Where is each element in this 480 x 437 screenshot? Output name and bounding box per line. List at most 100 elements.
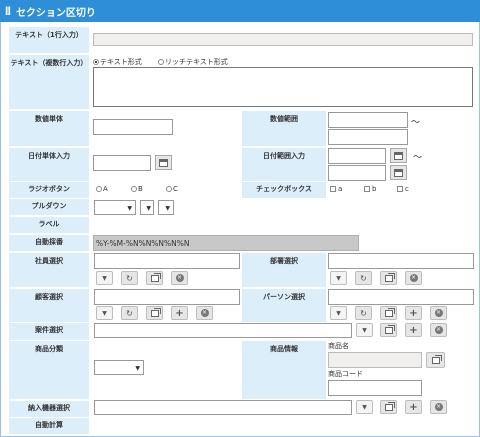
- employee-input[interactable]: [94, 253, 240, 269]
- close-icon: ×: [434, 326, 443, 334]
- label-product-info: 商品情報: [242, 341, 326, 399]
- customer-add-button[interactable]: +: [171, 306, 188, 320]
- person-clear-button[interactable]: ×: [430, 306, 447, 320]
- date-range-to-picker[interactable]: [390, 165, 407, 180]
- chevron-down-icon: ▼: [362, 403, 367, 411]
- date-single-picker[interactable]: [155, 155, 172, 170]
- label-text-single: テキスト（1行入力）: [9, 27, 89, 53]
- date-range-from-picker[interactable]: [390, 148, 407, 163]
- label-project: 案件選択: [9, 323, 89, 340]
- date-single-input[interactable]: [93, 155, 151, 171]
- pulldown-select-3[interactable]: ▼: [158, 200, 174, 215]
- date-range-to[interactable]: [328, 165, 386, 181]
- label-pulldown: プルダウン: [9, 199, 89, 215]
- close-icon: ×: [434, 403, 443, 411]
- department-input[interactable]: [328, 253, 474, 269]
- radio-option-b[interactable]: B: [131, 185, 143, 193]
- product-name-label: 商品名: [328, 342, 349, 350]
- label-number-range: 数値範囲: [242, 111, 326, 146]
- pulldown-select-1[interactable]: ▼: [94, 200, 136, 215]
- chevron-down-icon: ▼: [336, 274, 341, 282]
- employee-reset-button[interactable]: ↻: [121, 271, 138, 285]
- product-code-label: 商品コード: [328, 370, 363, 378]
- delivery-clear-button[interactable]: ×: [430, 400, 447, 414]
- person-reset-button[interactable]: ↻: [355, 306, 372, 320]
- label-label: ラベル: [9, 217, 89, 233]
- label-radio: ラジオボタン: [9, 182, 89, 198]
- copy-icon: [384, 272, 395, 282]
- number-range-from[interactable]: [328, 112, 408, 128]
- person-input[interactable]: [328, 289, 474, 305]
- checkbox-option-c[interactable]: c: [397, 185, 409, 193]
- label-product-category: 商品分類: [9, 341, 89, 399]
- date-range-from[interactable]: [328, 148, 386, 164]
- range-tilde: 〜: [411, 118, 421, 128]
- label-text-multi: テキスト（複数行入力）: [9, 55, 89, 109]
- person-add-button[interactable]: +: [405, 306, 422, 320]
- product-copy-button[interactable]: [426, 352, 445, 368]
- checkbox-icon: [397, 186, 403, 192]
- label-employee: 社員選択: [9, 253, 89, 287]
- chevron-down-icon: ▼: [336, 309, 341, 317]
- plus-icon: +: [175, 307, 184, 319]
- checkbox-option-a[interactable]: a: [330, 185, 342, 193]
- radio-icon: [96, 186, 102, 192]
- label-date-range: 日付範囲入力: [242, 148, 326, 181]
- pulldown-select-2[interactable]: ▼: [140, 200, 154, 215]
- employee-copy-button[interactable]: [146, 271, 163, 285]
- customer-clear-button[interactable]: ×: [196, 306, 213, 320]
- dropdown-arrow-icon: ▼: [146, 205, 151, 212]
- project-dropdown-button[interactable]: ▼: [356, 323, 373, 337]
- copy-icon: [384, 324, 395, 334]
- label-delivery: 納入機器選択: [9, 401, 89, 417]
- customer-copy-button[interactable]: [146, 306, 163, 320]
- checkbox-icon: [364, 186, 370, 192]
- radio-option-a[interactable]: A: [96, 185, 108, 193]
- project-add-button[interactable]: +: [405, 323, 422, 337]
- format-radio-rich[interactable]: リッチテキスト形式: [158, 57, 228, 67]
- text-multi-textarea[interactable]: [93, 67, 473, 107]
- text-single-input[interactable]: [93, 33, 473, 46]
- copy-icon: [384, 401, 395, 411]
- close-icon: ×: [434, 309, 443, 317]
- collapse-icon[interactable]: ǁ: [5, 6, 11, 16]
- label-customer: 顧客選択: [9, 289, 89, 322]
- plus-icon: +: [409, 307, 418, 319]
- calendar-icon: [394, 151, 403, 160]
- product-code-field[interactable]: [328, 380, 422, 396]
- employee-clear-button[interactable]: ×: [171, 271, 188, 285]
- radio-icon: [166, 186, 172, 192]
- department-dropdown-button[interactable]: ▼: [330, 271, 347, 285]
- department-reset-button[interactable]: ↻: [355, 271, 372, 285]
- checkbox-option-b[interactable]: b: [364, 185, 376, 193]
- number-single-input[interactable]: [93, 119, 173, 135]
- product-category-select[interactable]: ▼: [94, 360, 144, 375]
- customer-input[interactable]: [94, 289, 240, 305]
- delivery-copy-button[interactable]: [380, 400, 397, 414]
- close-icon: ×: [409, 274, 418, 282]
- format-radio-text[interactable]: テキスト形式: [93, 57, 142, 67]
- customer-dropdown-button[interactable]: ▼: [96, 306, 113, 320]
- delivery-dropdown-button[interactable]: ▼: [356, 400, 373, 414]
- customer-reset-button[interactable]: ↻: [121, 306, 138, 320]
- refresh-icon: ↻: [126, 273, 133, 283]
- copy-icon: [431, 354, 442, 364]
- radio-option-c[interactable]: C: [166, 185, 178, 193]
- auto-number-value: %Y-%M-%N%N%N%N%N: [93, 235, 359, 251]
- checkbox-icon: [330, 186, 336, 192]
- date-range-tilde: 〜: [413, 153, 423, 163]
- delivery-input[interactable]: [94, 400, 352, 415]
- number-range-to[interactable]: [328, 129, 408, 145]
- plus-icon: +: [409, 401, 418, 413]
- delivery-add-button[interactable]: +: [405, 400, 422, 414]
- department-clear-button[interactable]: ×: [405, 271, 422, 285]
- employee-dropdown-button[interactable]: ▼: [96, 271, 113, 285]
- person-dropdown-button[interactable]: ▼: [330, 306, 347, 320]
- label-auto-number: 自動採番: [9, 235, 89, 251]
- department-copy-button[interactable]: [380, 271, 397, 285]
- project-copy-button[interactable]: [380, 323, 397, 337]
- person-copy-button[interactable]: [380, 306, 397, 320]
- project-clear-button[interactable]: ×: [430, 323, 447, 337]
- calendar-icon: [159, 158, 168, 167]
- project-input[interactable]: [94, 323, 352, 338]
